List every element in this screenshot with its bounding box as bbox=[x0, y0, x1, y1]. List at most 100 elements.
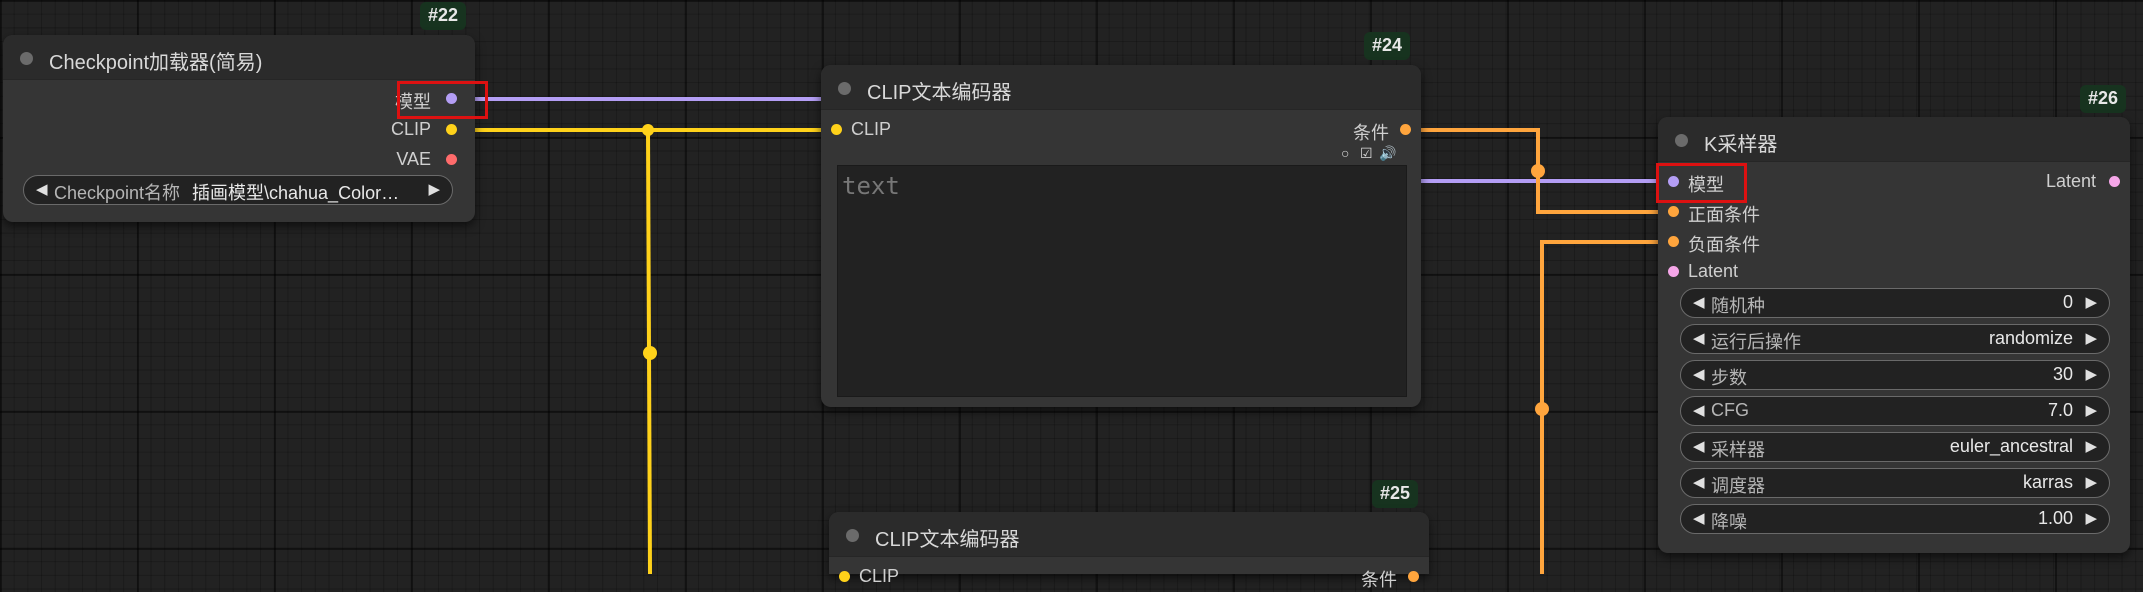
widget-value: 插画模型\chahua_Color… bbox=[192, 183, 400, 203]
cfg-widget[interactable]: ◀ CFG 7.0 ▶ bbox=[1680, 396, 2110, 426]
output-slot-conditioning[interactable]: 条件 bbox=[1313, 119, 1413, 143]
slot-label: Latent bbox=[2045, 171, 2096, 191]
slot-label: Latent bbox=[1688, 261, 1739, 281]
arrow-right-icon[interactable]: ▶ bbox=[2085, 401, 2097, 419]
output-dot-icon[interactable] bbox=[446, 124, 457, 135]
input-dot-icon[interactable] bbox=[1668, 236, 1679, 247]
widget-label: 随机种 bbox=[1711, 296, 1765, 316]
slot-label: 条件 bbox=[1353, 123, 1389, 143]
widget-label: 降噪 bbox=[1711, 512, 1747, 532]
widget-label: CFG bbox=[1711, 400, 1749, 420]
checkbox-icon[interactable]: ☑ bbox=[1360, 145, 1373, 162]
output-slot-clip[interactable]: CLIP bbox=[341, 119, 461, 141]
slot-label: 正面条件 bbox=[1688, 205, 1760, 225]
widget-value: 7.0 bbox=[2047, 400, 2073, 420]
arrow-right-icon[interactable]: ▶ bbox=[2085, 329, 2097, 347]
collapse-dot-icon[interactable] bbox=[846, 529, 859, 542]
highlight-box bbox=[1656, 163, 1747, 203]
arrow-left-icon[interactable]: ◀ bbox=[1693, 509, 1705, 527]
control-after-generate-widget[interactable]: ◀ 运行后操作 randomize ▶ bbox=[1680, 324, 2110, 354]
widget-label: 运行后操作 bbox=[1711, 332, 1801, 352]
checkpoint-name-combo[interactable]: ◀ Checkpoint名称 插画模型\chahua_Color… ▶ bbox=[23, 175, 453, 205]
arrow-right-icon[interactable]: ▶ bbox=[2085, 365, 2097, 383]
arrow-left-icon[interactable]: ◀ bbox=[1693, 473, 1705, 491]
prompt-textarea[interactable]: text bbox=[837, 165, 1407, 397]
clip-wire-midpoint bbox=[643, 346, 657, 360]
output-slot-latent[interactable]: Latent bbox=[2022, 171, 2122, 193]
output-dot-icon[interactable] bbox=[2109, 176, 2120, 187]
input-slot-negative[interactable]: 负面条件 bbox=[1666, 231, 1806, 255]
arrow-right-icon[interactable]: ▶ bbox=[428, 180, 440, 198]
output-dot-icon[interactable] bbox=[446, 154, 457, 165]
slot-label: 负面条件 bbox=[1688, 235, 1760, 255]
arrow-left-icon[interactable]: ◀ bbox=[1693, 365, 1705, 383]
node-id-badge: #25 bbox=[1372, 480, 1419, 508]
input-slot-clip[interactable]: CLIP bbox=[829, 119, 949, 141]
negative-conditioning-wire bbox=[1540, 240, 1673, 574]
input-slot-latent[interactable]: Latent bbox=[1666, 261, 1806, 283]
output-dot-icon[interactable] bbox=[1400, 124, 1411, 135]
arrow-right-icon[interactable]: ▶ bbox=[2085, 473, 2097, 491]
node-title: K采样器 bbox=[1704, 134, 1778, 156]
node-id-badge: #22 bbox=[420, 2, 467, 30]
clip-wire-junction bbox=[642, 124, 654, 136]
slot-label: VAE bbox=[396, 149, 431, 169]
arrow-right-icon[interactable]: ▶ bbox=[2085, 509, 2097, 527]
arrow-left-icon[interactable]: ◀ bbox=[36, 180, 48, 198]
arrow-left-icon[interactable]: ◀ bbox=[1693, 437, 1705, 455]
slot-label: 条件 bbox=[1361, 570, 1397, 590]
textarea-placeholder: text bbox=[842, 172, 900, 200]
widget-label: Checkpoint名称 bbox=[54, 183, 181, 203]
widget-label: 采样器 bbox=[1711, 440, 1765, 460]
output-slot-conditioning[interactable]: 条件 bbox=[1321, 566, 1421, 590]
widget-value: 30 bbox=[2052, 364, 2073, 384]
slot-label: CLIP bbox=[859, 566, 900, 586]
input-slot-clip[interactable]: CLIP bbox=[837, 566, 957, 588]
node-header[interactable]: CLIP文本编码器 bbox=[821, 65, 1421, 110]
positive-wire-midpoint bbox=[1531, 164, 1545, 178]
negative-wire-midpoint bbox=[1535, 402, 1549, 416]
node-title: CLIP文本编码器 bbox=[867, 82, 1012, 104]
node-header[interactable]: CLIP文本编码器 bbox=[829, 512, 1429, 557]
widget-label: 步数 bbox=[1711, 368, 1747, 388]
slot-label: CLIP bbox=[851, 119, 892, 139]
denoise-widget[interactable]: ◀ 降噪 1.00 ▶ bbox=[1680, 504, 2110, 534]
widget-label: 调度器 bbox=[1711, 476, 1765, 496]
input-dot-icon[interactable] bbox=[1668, 266, 1679, 277]
node-title: Checkpoint加载器(简易) bbox=[49, 52, 263, 74]
clip-text-encoder-node-24[interactable]: CLIP文本编码器 CLIP 条件 ○ ☑ 🔊 text bbox=[821, 65, 1421, 407]
output-dot-icon[interactable] bbox=[1408, 571, 1419, 582]
slot-label: CLIP bbox=[390, 119, 431, 139]
speaker-icon[interactable]: 🔊 bbox=[1379, 145, 1396, 162]
clip-text-encoder-node-25[interactable]: CLIP文本编码器 CLIP 条件 bbox=[829, 512, 1429, 590]
node-id-badge: #26 bbox=[2080, 85, 2127, 113]
node-id-badge: #24 bbox=[1364, 32, 1411, 60]
input-slot-positive[interactable]: 正面条件 bbox=[1666, 201, 1806, 225]
collapse-dot-icon[interactable] bbox=[20, 52, 33, 65]
arrow-left-icon[interactable]: ◀ bbox=[1693, 401, 1705, 419]
node-header[interactable]: K采样器 bbox=[1658, 117, 2130, 162]
widget-value: randomize bbox=[1988, 328, 2073, 348]
node-title: CLIP文本编码器 bbox=[875, 529, 1020, 551]
widget-value: euler_ancestral bbox=[1949, 436, 2073, 456]
arrow-left-icon[interactable]: ◀ bbox=[1693, 329, 1705, 347]
widget-value: 1.00 bbox=[2037, 508, 2073, 528]
seed-widget[interactable]: ◀ 随机种 0 ▶ bbox=[1680, 288, 2110, 318]
circle-toggle-icon[interactable]: ○ bbox=[1341, 145, 1349, 161]
highlight-box bbox=[397, 81, 488, 119]
arrow-left-icon[interactable]: ◀ bbox=[1693, 293, 1705, 311]
collapse-dot-icon[interactable] bbox=[838, 82, 851, 95]
arrow-right-icon[interactable]: ▶ bbox=[2085, 437, 2097, 455]
output-slot-vae[interactable]: VAE bbox=[341, 149, 461, 171]
node-header[interactable]: Checkpoint加载器(简易) bbox=[3, 35, 475, 80]
input-dot-icon[interactable] bbox=[839, 571, 850, 582]
input-dot-icon[interactable] bbox=[1668, 206, 1679, 217]
widget-value: karras bbox=[2022, 472, 2073, 492]
scheduler-widget[interactable]: ◀ 调度器 karras ▶ bbox=[1680, 468, 2110, 498]
arrow-right-icon[interactable]: ▶ bbox=[2085, 293, 2097, 311]
collapse-dot-icon[interactable] bbox=[1675, 134, 1688, 147]
sampler-widget[interactable]: ◀ 采样器 euler_ancestral ▶ bbox=[1680, 432, 2110, 462]
input-dot-icon[interactable] bbox=[831, 124, 842, 135]
checkpoint-loader-node[interactable]: Checkpoint加载器(简易) 模型 CLIP VAE ◀ Checkpoi… bbox=[3, 35, 475, 222]
steps-widget[interactable]: ◀ 步数 30 ▶ bbox=[1680, 360, 2110, 390]
